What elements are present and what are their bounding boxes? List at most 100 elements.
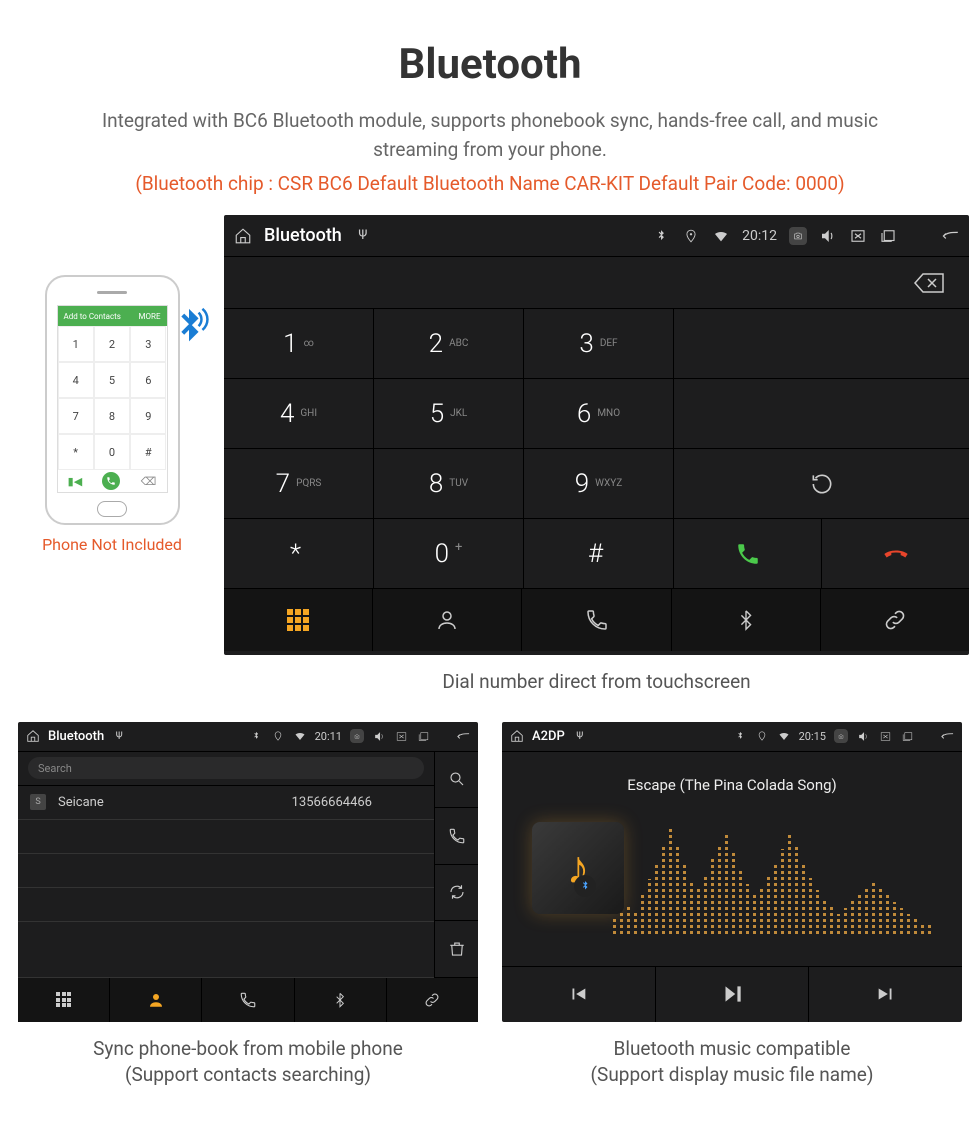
key-4[interactable]: 4GHI <box>224 379 374 448</box>
location-icon <box>271 729 285 743</box>
backspace-icon: ⌫ <box>141 475 157 488</box>
redial-button[interactable] <box>674 449 969 518</box>
tab-bluetooth[interactable] <box>295 978 387 1022</box>
bluetooth-badge-icon <box>574 875 596 897</box>
volume-icon[interactable] <box>372 729 386 743</box>
bluetooth-icon <box>249 729 263 743</box>
tab-keypad[interactable] <box>18 978 110 1022</box>
screenshot-icon[interactable] <box>834 729 848 743</box>
video-icon: ▮◀ <box>68 475 83 488</box>
empty-action <box>674 379 969 448</box>
track-title: Escape (The Pina Colada Song) <box>627 776 837 794</box>
screen-title: Bluetooth <box>48 729 104 744</box>
usb-icon: Ψ <box>112 729 126 743</box>
status-bar: Bluetooth Ψ 20:11 <box>18 722 478 752</box>
key-1[interactable]: 1∞ <box>224 309 374 378</box>
empty-action <box>674 309 969 378</box>
tab-bluetooth[interactable] <box>672 589 821 651</box>
location-icon <box>682 227 700 245</box>
phonebook-screen: Bluetooth Ψ 20:11 Search S <box>18 722 478 1022</box>
person-icon <box>435 608 459 632</box>
prev-button[interactable] <box>502 967 656 1022</box>
screen-title: Bluetooth <box>264 225 342 246</box>
hangup-button[interactable] <box>822 519 969 588</box>
screenshot-icon[interactable] <box>789 227 807 245</box>
tab-pair[interactable] <box>821 589 969 651</box>
location-icon <box>755 729 769 743</box>
home-icon[interactable] <box>510 729 524 743</box>
key-9[interactable]: 9WXYZ <box>524 449 674 518</box>
call-contact-button[interactable] <box>435 808 478 865</box>
phone-device: Add to Contacts MORE 123 456 789 *0# ▮◀ <box>45 275 180 525</box>
phone-icon <box>239 991 257 1009</box>
back-icon[interactable] <box>940 729 954 743</box>
contact-number: 13566664466 <box>292 795 372 810</box>
key-0[interactable]: 0+ <box>374 519 524 588</box>
bluetooth-icon <box>735 609 757 631</box>
usb-icon: Ψ <box>354 227 372 245</box>
album-art: ♪ <box>532 822 624 914</box>
clock: 20:15 <box>799 730 826 743</box>
keypad-icon <box>56 992 71 1007</box>
contact-name: Seicane <box>58 795 104 810</box>
link-icon <box>423 991 441 1009</box>
clock: 20:11 <box>315 730 342 743</box>
key-8[interactable]: 8TUV <box>374 449 524 518</box>
contact-row[interactable]: S Seicane 13566664466 <box>18 786 434 820</box>
key-5[interactable]: 5JKL <box>374 379 524 448</box>
recent-apps-icon[interactable] <box>879 227 897 245</box>
dial-display <box>224 257 969 309</box>
tab-contacts[interactable] <box>373 589 522 651</box>
close-app-icon[interactable] <box>849 227 867 245</box>
tab-pair[interactable] <box>387 978 478 1022</box>
recent-apps-icon[interactable] <box>900 729 914 743</box>
tab-recent[interactable] <box>202 978 294 1022</box>
usb-icon: Ψ <box>573 729 587 743</box>
tab-contacts[interactable] <box>110 978 202 1022</box>
bluetooth-icon <box>733 729 747 743</box>
phone-icon <box>585 608 609 632</box>
delete-button[interactable] <box>435 921 478 978</box>
key-7[interactable]: 7PQRS <box>224 449 374 518</box>
phone-keypad: 123 456 789 *0# <box>58 326 167 470</box>
tab-keypad[interactable] <box>224 589 373 651</box>
music-note-icon: ♪ <box>567 840 590 895</box>
next-button[interactable] <box>809 967 962 1022</box>
bluetooth-icon <box>332 992 348 1008</box>
back-icon[interactable] <box>456 729 470 743</box>
key-6[interactable]: 6MNO <box>524 379 674 448</box>
close-app-icon[interactable] <box>878 729 892 743</box>
wifi-icon <box>712 227 730 245</box>
status-bar: A2DP Ψ 20:15 <box>502 722 962 752</box>
keypad-icon <box>287 609 309 631</box>
bluetooth-icon <box>652 227 670 245</box>
specs-text: (Bluetooth chip : CSR BC6 Default Blueto… <box>0 172 980 195</box>
backspace-button[interactable] <box>913 271 947 295</box>
key-star[interactable]: * <box>224 519 374 588</box>
home-icon[interactable] <box>234 227 252 245</box>
recent-apps-icon[interactable] <box>416 729 430 743</box>
volume-icon[interactable] <box>856 729 870 743</box>
wifi-icon <box>293 729 307 743</box>
search-button[interactable] <box>435 752 478 809</box>
play-pause-button[interactable] <box>656 967 810 1022</box>
wifi-icon <box>777 729 791 743</box>
status-bar: Bluetooth Ψ 20:12 <box>224 215 969 257</box>
screenshot-icon[interactable] <box>350 729 364 743</box>
music-screen: A2DP Ψ 20:15 Escape (The Pina Colada Son… <box>502 722 962 1022</box>
home-icon[interactable] <box>26 729 40 743</box>
volume-icon[interactable] <box>819 227 837 245</box>
tab-recent[interactable] <box>522 589 671 651</box>
close-app-icon[interactable] <box>394 729 408 743</box>
key-hash[interactable]: # <box>524 519 674 588</box>
sync-button[interactable] <box>435 865 478 922</box>
clock: 20:12 <box>742 228 777 244</box>
back-icon[interactable] <box>941 227 959 245</box>
key-2[interactable]: 2ABC <box>374 309 524 378</box>
search-input[interactable]: Search <box>28 757 424 779</box>
phone-mockup-column: Add to Contacts MORE 123 456 789 *0# ▮◀ <box>12 215 212 554</box>
key-3[interactable]: 3DEF <box>524 309 674 378</box>
intro-text: Integrated with BC6 Bluetooth module, su… <box>0 107 980 164</box>
call-button[interactable] <box>674 519 822 588</box>
call-icon <box>102 472 120 490</box>
